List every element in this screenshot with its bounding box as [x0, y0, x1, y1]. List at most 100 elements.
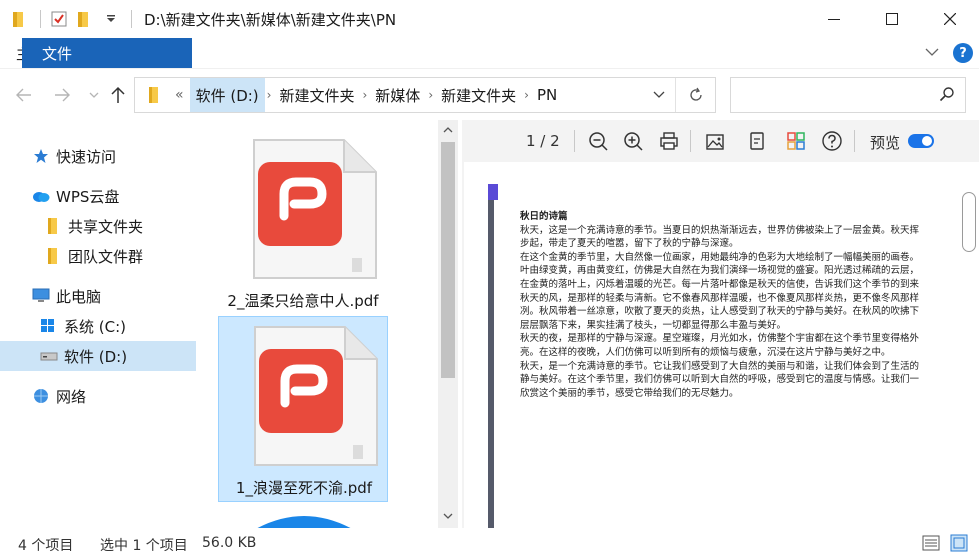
- drive-icon: [40, 347, 58, 365]
- tab-file[interactable]: 文件: [22, 38, 192, 68]
- large-icons-view-icon[interactable]: [950, 534, 968, 552]
- back-button[interactable]: [12, 83, 36, 107]
- preview-toggle-label: 预览: [870, 134, 901, 152]
- document-line: 步起，带走了夏天的喧嚣，留下了秋的宁静与深邃。: [520, 238, 739, 250]
- preview-toggle[interactable]: [908, 134, 934, 148]
- status-bar: 4 个项目 选中 1 个项目 56.0 KB: [0, 528, 979, 558]
- address-history-dropdown[interactable]: [647, 78, 671, 112]
- preview-pane: 1 / 2 预览 秋日的诗篇 秋天，这是一个充满诗意的季节。当夏日的炽热渐渐远去…: [462, 120, 979, 528]
- zoom-out-icon: [589, 132, 608, 151]
- address-bar[interactable]: « 软件 (D:) › 新建文件夹 › 新媒体 › 新建文件夹 › PN: [134, 77, 716, 113]
- toolbar-separator: [690, 130, 691, 152]
- arrow-right-icon: [55, 88, 70, 102]
- printer-icon: [660, 132, 678, 150]
- chevron-down-icon[interactable]: [443, 512, 453, 520]
- customize-dropdown-icon[interactable]: [101, 9, 121, 29]
- chevron-down-icon: [653, 91, 665, 98]
- properties-icon[interactable]: [49, 9, 69, 29]
- sidebar-item-drive-d[interactable]: 软件 (D:): [0, 341, 196, 371]
- file-name: 2_温柔只给意中人.pdf: [227, 292, 379, 310]
- chevron-up-icon[interactable]: [443, 126, 453, 134]
- chevron-right-icon[interactable]: ›: [265, 88, 274, 102]
- zoom-in-button[interactable]: [622, 130, 644, 152]
- toolbar-separator: [131, 10, 132, 28]
- chevron-right-icon[interactable]: ›: [360, 88, 369, 102]
- sidebar-item-shared-folder[interactable]: 共享文件夹: [0, 211, 196, 241]
- up-button[interactable]: [106, 83, 130, 107]
- document-line: 在金黄的落叶上，闪烁着温暖的光芒。每一片落叶都像是秋天的信使，告诉我们这个季节的…: [520, 278, 920, 290]
- breadcrumb-pn[interactable]: PN: [531, 78, 563, 112]
- preview-toolbar: 1 / 2 预览: [462, 120, 979, 162]
- zoom-out-button[interactable]: [587, 130, 609, 152]
- help-button[interactable]: ?: [953, 43, 973, 63]
- sidebar-item-wps-cloud[interactable]: WPS云盘: [0, 181, 196, 211]
- sidebar-item-label: 共享文件夹: [68, 217, 144, 236]
- arrow-up-icon: [111, 86, 125, 103]
- refresh-button[interactable]: [675, 78, 715, 112]
- folder-icon[interactable]: [10, 9, 30, 29]
- pdf-icon: [253, 139, 377, 279]
- recent-locations-button[interactable]: [82, 83, 106, 107]
- expand-ribbon-button[interactable]: [925, 45, 939, 61]
- sidebar-item-quick-access[interactable]: 快速访问: [0, 141, 196, 171]
- close-icon: [944, 13, 956, 25]
- apps-button[interactable]: [785, 130, 807, 152]
- breadcrumb-new-folder[interactable]: 新建文件夹: [273, 78, 360, 112]
- minimize-button[interactable]: [805, 0, 863, 38]
- convert-icon: [750, 132, 764, 150]
- sidebar-item-network[interactable]: 网络: [0, 381, 196, 411]
- file-list-scrollbar[interactable]: [438, 120, 458, 528]
- scrollbar-thumb[interactable]: [962, 192, 976, 252]
- windows-drive-icon: [40, 317, 58, 335]
- document-line: 秋天的风，是那样的轻柔与清新。它不像春风那样温暖，也不像夏风那样炎热，更不像冬风…: [520, 292, 920, 304]
- scrollbar-thumb[interactable]: [441, 142, 455, 378]
- maximize-button[interactable]: [863, 0, 921, 38]
- document-line: 亮。在这样的夜晚，人们仿佛可以听到所有的烦恼与疲惫，沉浸在这片宁静与美好之中。: [520, 346, 891, 358]
- search-input[interactable]: [730, 77, 966, 113]
- pdf-icon: [254, 326, 378, 466]
- sidebar-item-drive-c[interactable]: 系统 (C:): [0, 311, 196, 341]
- breadcrumb-overflow[interactable]: «: [175, 87, 184, 103]
- document-line: 欣赏这个美丽的季节，感受它带给我们的无尽魅力。: [520, 387, 739, 399]
- file-list: 2_温柔只给意中人.pdf 1_浪漫至死不渝.pdf: [198, 120, 460, 528]
- breadcrumb-new-folder-2[interactable]: 新建文件夹: [435, 78, 522, 112]
- details-view-icon[interactable]: [922, 534, 940, 552]
- convert-button[interactable]: [746, 130, 768, 152]
- chevron-down-icon: [925, 48, 939, 56]
- folder-icon: [135, 78, 175, 112]
- sidebar-item-team-folder[interactable]: 团队文件群: [0, 241, 196, 271]
- new-folder-icon[interactable]: [75, 9, 95, 29]
- forward-button[interactable]: [50, 83, 74, 107]
- sidebar-item-label: WPS云盘: [56, 187, 120, 206]
- sidebar-item-label: 此电脑: [56, 287, 102, 306]
- chevron-down-icon: [89, 92, 99, 98]
- sidebar-item-this-pc[interactable]: 此电脑: [0, 281, 196, 311]
- file-name: 1_浪漫至死不渝.pdf: [235, 479, 373, 497]
- image-icon: [706, 134, 724, 150]
- help-button[interactable]: [821, 130, 843, 152]
- refresh-icon: [689, 87, 702, 101]
- toolbar-separator: [854, 130, 855, 152]
- breadcrumb-drive-d[interactable]: 软件 (D:): [189, 78, 265, 112]
- document-text: 秋日的诗篇 秋天，这是一个充满诗意的季节。当夏日的炽热渐渐远去，世界仿佛被染上了…: [520, 210, 950, 400]
- extract-image-button[interactable]: [704, 130, 726, 152]
- app-icon[interactable]: [242, 506, 366, 528]
- preview-scrollbar[interactable]: [960, 162, 979, 528]
- sidebar-item-label: 团队文件群: [68, 247, 144, 266]
- document-line: 秋天的夜，是那样的宁静与深邃。星空璀璨，月光如水，仿佛整个宇宙都在这个季节里变得…: [520, 333, 920, 345]
- document-line: 在这个金黄的季节里，大自然像一位画家，用她最纯净的色彩为大地绘制了一幅幅美丽的画…: [520, 251, 920, 263]
- chevron-right-icon[interactable]: ›: [426, 88, 435, 102]
- toolbar-separator: [574, 130, 575, 152]
- breadcrumb-new-media[interactable]: 新媒体: [369, 78, 426, 112]
- file-item[interactable]: 2_温柔只给意中人.pdf: [218, 128, 388, 314]
- page-margin-bar: [488, 184, 498, 528]
- page-indicator: 1 / 2: [526, 132, 560, 150]
- selection-size: 56.0 KB: [202, 535, 257, 551]
- toolbar-separator: [40, 10, 41, 28]
- document-line: 冽。秋风带着一丝凉意，吹散了夏天的炎热，让人感受到了秋天的宁静与美好。在秋风的吹…: [520, 306, 920, 318]
- close-button[interactable]: [921, 0, 979, 38]
- file-item-selected[interactable]: 1_浪漫至死不渝.pdf: [218, 316, 388, 502]
- print-button[interactable]: [658, 130, 680, 152]
- quick-access-toolbar: D:\新建文件夹\新媒体\新建文件夹\PN: [0, 0, 396, 38]
- chevron-right-icon[interactable]: ›: [522, 88, 531, 102]
